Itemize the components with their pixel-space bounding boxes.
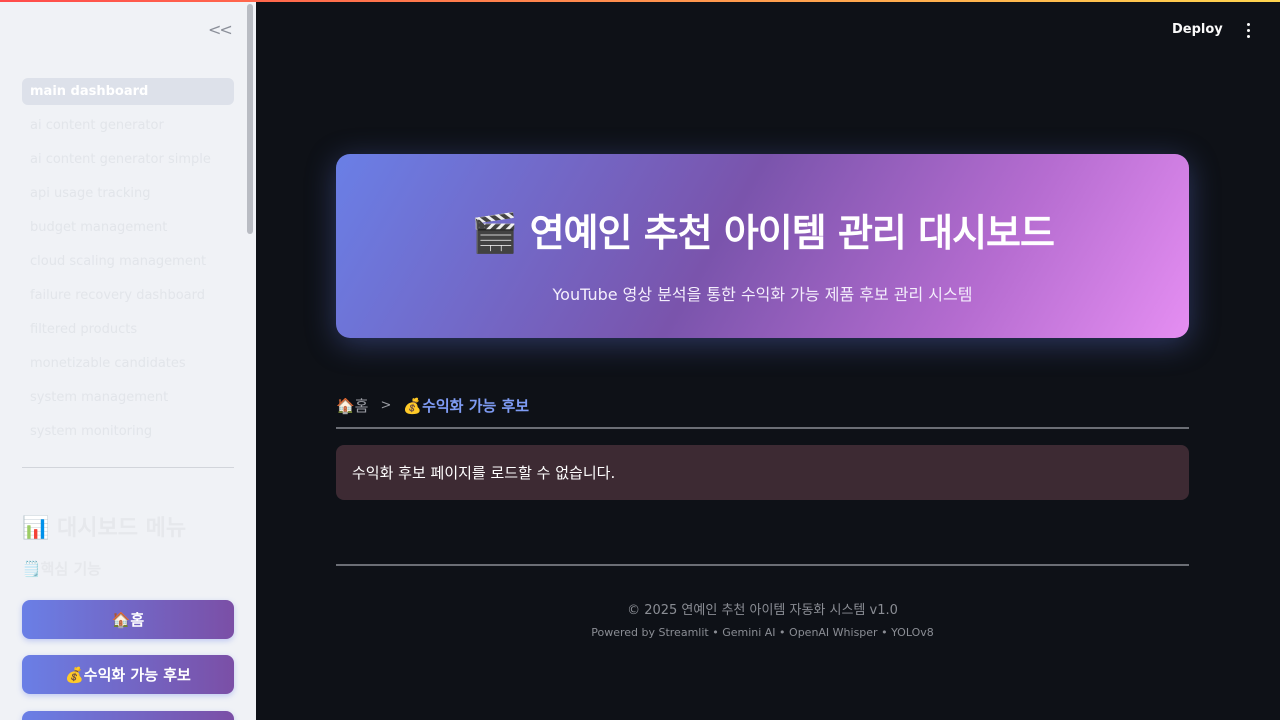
page-subtitle: YouTube 영상 분석을 통한 수익화 가능 제품 후보 관리 시스템	[552, 285, 973, 304]
page-title: 🎬 연예인 추천 아이템 관리 대시보드	[471, 211, 1055, 255]
sidebar-item-failure-recovery-dashboard[interactable]: failure recovery dashboard	[22, 282, 234, 309]
next-menu-button[interactable]	[22, 711, 234, 720]
section-divider	[336, 427, 1189, 429]
sidebar-item-main-dashboard[interactable]: main dashboard	[22, 78, 234, 105]
sidebar-divider	[22, 467, 234, 468]
footer-copyright: © 2025 연예인 추천 아이템 자동화 시스템 v1.0	[627, 603, 898, 618]
error-alert: 수익화 후보 페이지를 로드할 수 없습니다.	[336, 445, 1189, 500]
footer-divider	[336, 564, 1189, 566]
sidebar-item-filtered-products[interactable]: filtered products	[22, 316, 234, 343]
sidebar-scrollbar[interactable]	[247, 4, 253, 234]
sidebar-item-system-management[interactable]: system management	[22, 384, 234, 411]
error-message: 수익화 후보 페이지를 로드할 수 없습니다.	[352, 464, 616, 482]
hero-banner: 🎬 연예인 추천 아이템 관리 대시보드 YouTube 영상 분석을 통한 수…	[336, 154, 1189, 338]
sidebar: << main dashboard ai content generator a…	[0, 0, 256, 720]
sidebar-item-cloud-scaling-management[interactable]: cloud scaling management	[22, 248, 234, 275]
breadcrumb-home[interactable]: 🏠홈	[336, 395, 368, 416]
breadcrumb-current: 💰수익화 가능 후보	[403, 396, 530, 415]
breadcrumb-separator: >	[380, 397, 392, 413]
sidebar-item-monetizable-candidates[interactable]: monetizable candidates	[22, 350, 234, 377]
kebab-dot	[1246, 28, 1250, 32]
sidebar-item-budget-management[interactable]: budget management	[22, 214, 234, 241]
sidebar-item-ai-content-generator[interactable]: ai content generator	[22, 112, 234, 139]
sidebar-nav: main dashboard ai content generator ai c…	[22, 78, 234, 452]
collapse-sidebar-icon[interactable]: <<	[208, 20, 233, 40]
kebab-dot	[1246, 34, 1250, 38]
top-decoration-stripe	[0, 0, 1280, 2]
sidebar-menu-title: 📊 대시보드 메뉴	[22, 516, 187, 541]
sidebar-item-ai-content-generator-simple[interactable]: ai content generator simple	[22, 146, 234, 173]
footer-powered-by: Powered by Streamlit • Gemini AI • OpenA…	[591, 626, 934, 639]
home-button[interactable]: 🏠홈	[22, 600, 234, 639]
kebab-dot	[1246, 22, 1250, 26]
breadcrumb: 🏠홈 > 💰수익화 가능 후보	[336, 394, 529, 416]
deploy-button[interactable]: Deploy	[1172, 20, 1223, 40]
sidebar-item-api-usage-tracking[interactable]: api usage tracking	[22, 180, 234, 207]
monetizable-candidates-button[interactable]: 💰수익화 가능 후보	[22, 655, 234, 694]
kebab-menu-icon[interactable]	[1238, 20, 1258, 40]
sidebar-section-title: 🗒️핵심 기능	[22, 560, 102, 578]
sidebar-item-system-monitoring[interactable]: system monitoring	[22, 418, 234, 445]
